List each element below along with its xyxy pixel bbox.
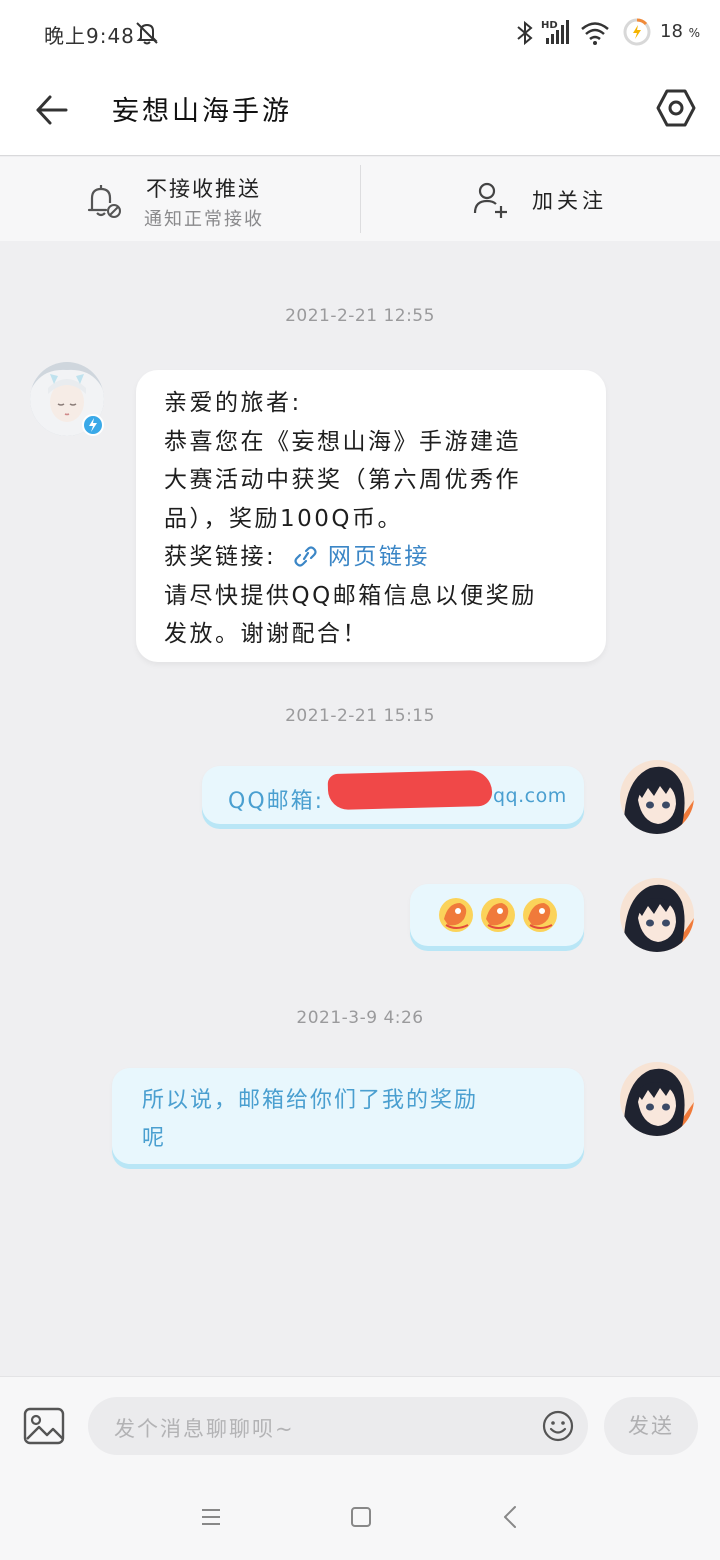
add-user-icon: [473, 182, 507, 218]
action-bar: 不接收推送 通知正常接收 加关注: [0, 157, 720, 241]
link-icon: [294, 546, 317, 567]
message-line: 呢: [142, 1126, 167, 1151]
sender-avatar[interactable]: [30, 362, 104, 436]
redaction-scribble: [327, 769, 493, 811]
timestamp: 2021-3-9 4:26: [296, 1008, 424, 1028]
link-line: 获奖链接: 网页链接: [164, 538, 582, 577]
bell-muted-icon: [87, 185, 121, 218]
my-avatar[interactable]: [620, 760, 694, 834]
my-avatar-image: [620, 878, 694, 952]
image-picker-icon[interactable]: [22, 1405, 66, 1447]
status-bar: 晚上9:48 HD 18 %: [0, 0, 720, 64]
home-square-icon[interactable]: [344, 1500, 378, 1534]
message-line: 大赛活动中获奖（第六周优秀作: [164, 467, 521, 493]
bluetooth-icon: [517, 20, 533, 46]
wifi-icon: [581, 22, 609, 45]
settings-hexagon-icon[interactable]: [652, 84, 700, 132]
svg-text:HD: HD: [541, 20, 558, 31]
email-suffix: qq.com: [493, 785, 567, 807]
emoji-icon[interactable]: [542, 1410, 574, 1442]
message-line: 发放。谢谢配合！: [164, 621, 368, 647]
my-avatar[interactable]: [620, 1062, 694, 1136]
battery-saver-icon: [623, 18, 651, 46]
system-nav-bar: [0, 1474, 720, 1560]
email-label: QQ邮箱:: [228, 789, 325, 814]
link-prefix: 获奖链接:: [164, 544, 277, 570]
message-line: 请尽快提供QQ邮箱信息以便奖励: [164, 582, 537, 609]
back-arrow-icon[interactable]: [28, 86, 76, 134]
hd-signal-icon: HD: [541, 20, 569, 44]
status-time: 晚上9:48: [44, 24, 135, 48]
back-chevron-icon[interactable]: [494, 1500, 528, 1534]
koi-sticker-icon: [439, 898, 557, 932]
mute-icon: [136, 22, 158, 45]
message-input-placeholder: 发个消息聊聊呗~: [114, 1417, 295, 1441]
message-line: 品），奖励100Q币。: [164, 505, 404, 532]
incoming-message-bubble: 亲爱的旅者: 恭喜您在《妄想山海》手游建造 大赛活动中获奖（第六周优秀作 品），…: [136, 370, 606, 662]
message-line: 所以说，邮箱给你们了我的奖励: [142, 1088, 479, 1113]
message-line: 亲爱的旅者:: [164, 390, 302, 416]
message-line: 恭喜您在《妄想山海》手游建造: [164, 428, 521, 455]
follow-label: 加关注: [532, 189, 607, 213]
timestamp: 2021-2-21 15:15: [285, 706, 435, 726]
my-avatar-image: [620, 760, 694, 834]
page-title: 妄想山海手游: [112, 96, 292, 127]
message-input[interactable]: 发个消息聊聊呗~: [88, 1397, 588, 1455]
my-avatar-image: [620, 1062, 694, 1136]
battery-level: 18 %: [660, 21, 701, 42]
web-link-label: 网页链接: [327, 544, 430, 570]
push-setting-button[interactable]: 不接收推送 通知正常接收: [80, 163, 350, 235]
my-avatar[interactable]: [620, 878, 694, 952]
input-bar: 发个消息聊聊呗~ 发送: [0, 1376, 720, 1474]
menu-icon[interactable]: [194, 1500, 228, 1534]
outgoing-message-bubble: QQ邮箱: qq.com: [202, 766, 584, 824]
outgoing-message-bubble: 所以说，邮箱给你们了我的奖励 呢: [112, 1068, 584, 1164]
action-divider: [360, 165, 361, 233]
follow-button[interactable]: 加关注: [470, 163, 640, 235]
web-link[interactable]: 网页链接: [286, 544, 430, 570]
header: 妄想山海手游: [0, 64, 720, 156]
timestamp: 2021-2-21 12:55: [285, 306, 435, 326]
verified-badge-icon: [82, 414, 104, 436]
send-button[interactable]: 发送: [604, 1397, 698, 1455]
push-subtitle: 通知正常接收: [144, 209, 264, 230]
outgoing-sticker-bubble: [410, 884, 584, 946]
push-title: 不接收推送: [146, 177, 261, 201]
